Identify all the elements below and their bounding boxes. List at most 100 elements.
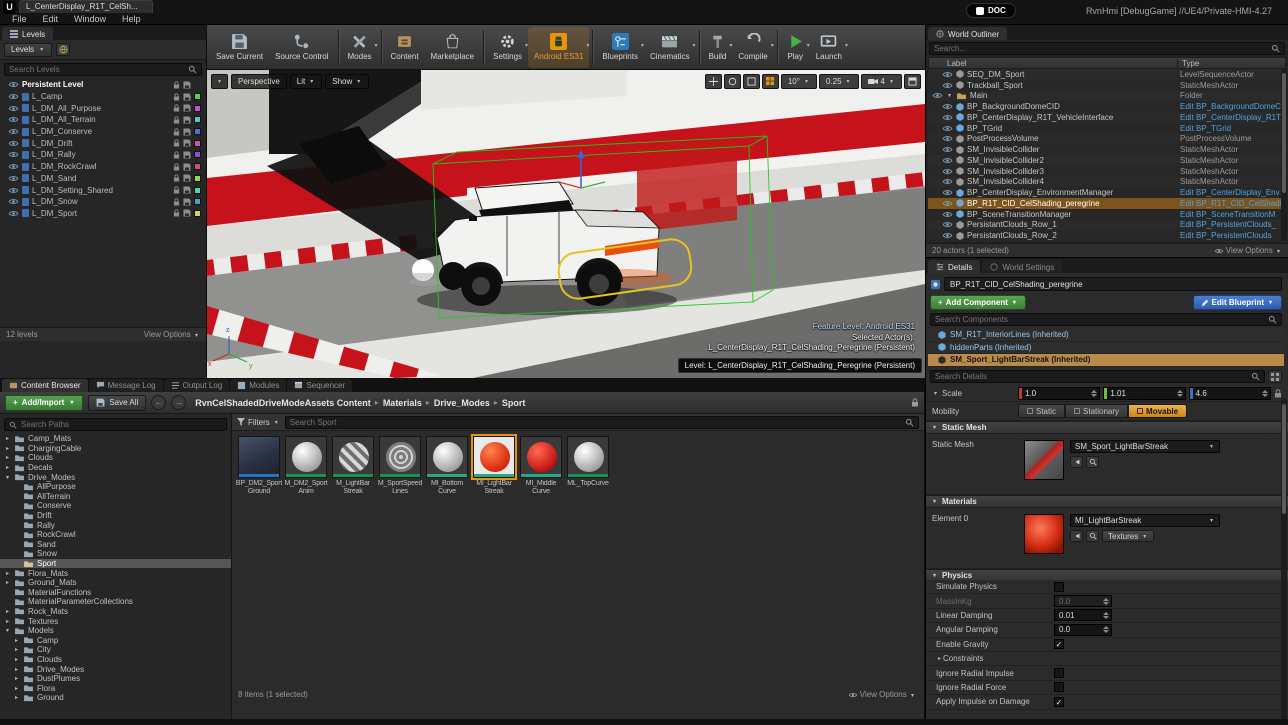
visibility-eye-icon[interactable] <box>942 125 953 132</box>
save-icon[interactable] <box>183 128 191 136</box>
use-selected-asset-button[interactable] <box>1070 530 1083 542</box>
mobility-movable[interactable]: Movable <box>1128 404 1188 418</box>
tab-content-browser[interactable]: Content Browser <box>2 379 88 392</box>
lock-icon[interactable] <box>173 81 180 89</box>
visibility-eye-icon[interactable] <box>942 135 953 142</box>
tab-details[interactable]: Details <box>928 260 981 273</box>
search-details-input[interactable]: Search Details <box>930 370 1265 383</box>
folder-flora[interactable]: ▸ Flora <box>0 683 231 693</box>
level-row-l-dm-sand[interactable]: L_DM_Sand <box>0 173 206 185</box>
folder-sport[interactable]: Sport <box>0 558 231 569</box>
folder-rockcrawl[interactable]: RockCrawl <box>0 530 231 540</box>
toolbar-save-current-button[interactable]: Save Current <box>210 27 269 68</box>
search-components-input[interactable]: Search Components <box>930 313 1282 326</box>
breadcrumb-item-sport[interactable]: Sport <box>502 398 526 408</box>
chevron-right-icon[interactable]: ▸ <box>4 445 11 452</box>
mobility-stationary[interactable]: Stationary <box>1065 404 1129 418</box>
scale-z-field[interactable]: 4.6 <box>1188 387 1271 400</box>
save-icon[interactable] <box>183 104 191 112</box>
asset-mi-bottom-curve[interactable]: MI_Bottom Curve <box>425 436 469 497</box>
actor-type-link[interactable]: Edit BP_BackgroundDomeC <box>1180 102 1286 111</box>
level-color-chip[interactable] <box>194 139 201 147</box>
category-materials[interactable]: ▾ Materials <box>926 495 1288 508</box>
lock-icon[interactable] <box>173 92 180 101</box>
save-icon[interactable] <box>183 139 191 147</box>
static-mesh-thumbnail[interactable] <box>1024 440 1064 480</box>
folder-rally[interactable]: Rally <box>0 520 231 530</box>
outliner-row-bp-tgrid[interactable]: BP_TGrid Edit BP_TGrid <box>928 122 1286 134</box>
outliner-row-sm-invisiblecollider2[interactable]: SM_InvisibleCollider2 StaticMeshActor <box>928 155 1286 166</box>
column-type[interactable]: Type <box>1177 58 1285 68</box>
tab-world-outliner[interactable]: World Outliner <box>928 27 1007 40</box>
level-row-l-dm-rockcrawl[interactable]: L_DM_RockCrawl <box>0 161 206 173</box>
spinner-icon[interactable] <box>1103 597 1109 605</box>
lock-icon[interactable] <box>173 104 180 112</box>
visibility-eye-icon[interactable] <box>942 200 953 207</box>
save-icon[interactable] <box>183 209 191 217</box>
visibility-eye-icon[interactable] <box>942 82 953 89</box>
toolbar-android-es31-button[interactable]: ▾ Android ES31 <box>528 26 590 68</box>
viewport-options-button[interactable]: ▾ <box>211 74 228 89</box>
chevron-right-icon[interactable]: ▸ <box>13 637 20 644</box>
folder-drift[interactable]: Drift <box>0 511 231 521</box>
asset-search-input[interactable]: Search Sport <box>284 415 919 429</box>
visibility-eye-icon[interactable] <box>942 189 953 196</box>
level-row-persistent-level[interactable]: Persistent Level <box>0 79 206 91</box>
folder-materialfunctions[interactable]: MaterialFunctions <box>0 588 231 598</box>
folder-allterrain[interactable]: AllTerrain <box>0 492 231 502</box>
lock-icon[interactable] <box>173 139 180 147</box>
folder-flora-mats[interactable]: ▸ Flora_Mats <box>0 568 231 578</box>
visibility-eye-icon[interactable] <box>942 168 953 175</box>
filters-button[interactable]: Filters ▾ <box>237 418 280 427</box>
add-import-button[interactable]: + Add/Import ▾ <box>5 394 84 411</box>
visibility-eye-icon[interactable] <box>8 163 19 170</box>
chevron-right-icon[interactable]: ▸ <box>4 618 11 625</box>
field-linear-damping[interactable]: 0.01 <box>1054 609 1112 622</box>
checkbox-simulate-physics[interactable] <box>1054 581 1064 592</box>
levels-view-options[interactable]: View Options ▾ <box>144 330 200 339</box>
menu-edit[interactable]: Edit <box>35 13 67 25</box>
save-icon[interactable] <box>183 174 191 182</box>
level-row-l-camp[interactable]: L_Camp <box>0 91 206 103</box>
lock-icon[interactable] <box>173 186 180 194</box>
tab-modules[interactable]: Modules <box>230 379 287 392</box>
toolbar-build-button[interactable]: ▾ Build <box>703 27 732 68</box>
outliner-row-bp-centerdisplay-r1t-vehicleinterface[interactable]: BP_CenterDisplay_R1T_VehicleInterface Ed… <box>928 112 1286 123</box>
path-lock-icon[interactable] <box>911 398 919 407</box>
details-view-options-button[interactable] <box>1268 370 1282 383</box>
component-row-sm-r1t-interiorlines-inherited[interactable]: SM_R1T_InteriorLines (Inherited) <box>928 329 1284 342</box>
asset-thumbnail[interactable] <box>285 436 327 478</box>
grid-snap-icon[interactable] <box>761 74 779 89</box>
toolbar-compile-button[interactable]: ▾ Compile <box>732 27 774 68</box>
outliner-row-bp-scenetransitionmanager[interactable]: BP_SceneTransitionManager Edit BP_SceneT… <box>928 208 1286 220</box>
asset-thumbnail[interactable] <box>426 436 468 478</box>
spinner-icon[interactable] <box>1091 390 1098 397</box>
folder-ground-mats[interactable]: ▸ Ground_Mats <box>0 578 231 588</box>
breadcrumb-item-materials[interactable]: Materials <box>383 398 422 408</box>
levels-details-button[interactable] <box>56 43 71 56</box>
folder-clouds[interactable]: ▸ Clouds <box>0 453 231 463</box>
checkbox-ignore-radial-impulse[interactable] <box>1054 668 1064 679</box>
asset-thumbnail[interactable] <box>567 436 609 478</box>
field-angular-damping[interactable]: 0.0 <box>1054 623 1112 636</box>
lock-icon[interactable] <box>173 116 180 124</box>
save-icon[interactable] <box>183 93 191 101</box>
visibility-eye-icon[interactable] <box>942 221 953 228</box>
outliner-view-options[interactable]: View Options ▾ <box>1214 246 1282 255</box>
scale-y-field[interactable]: 1.01 <box>1103 387 1186 400</box>
actor-type-link[interactable]: Edit BP_CenterDisplay_R1T <box>1180 113 1286 122</box>
folder-decals[interactable]: ▸ Decals <box>0 463 231 473</box>
chevron-right-icon[interactable]: ▸ <box>13 646 20 653</box>
level-color-chip[interactable] <box>194 209 201 217</box>
save-icon[interactable] <box>183 186 191 194</box>
visibility-eye-icon[interactable] <box>8 210 19 217</box>
actor-type-link[interactable]: Edit BP_R1T_CID_CelShadi <box>1180 199 1286 208</box>
save-icon[interactable] <box>183 198 191 206</box>
outliner-row-sm-invisiblecollider3[interactable]: SM_InvisibleCollider3 StaticMeshActor <box>928 165 1286 177</box>
outliner-row-sm-invisiblecollider[interactable]: SM_InvisibleCollider StaticMeshActor <box>928 144 1286 155</box>
chevron-down-icon[interactable]: ▾ <box>4 627 11 634</box>
material-dropdown[interactable]: MI_LightBarStreak ▾ <box>1070 514 1220 527</box>
visibility-eye-icon[interactable] <box>8 140 19 147</box>
level-color-chip[interactable] <box>194 163 201 171</box>
visibility-eye-icon[interactable] <box>8 187 19 194</box>
